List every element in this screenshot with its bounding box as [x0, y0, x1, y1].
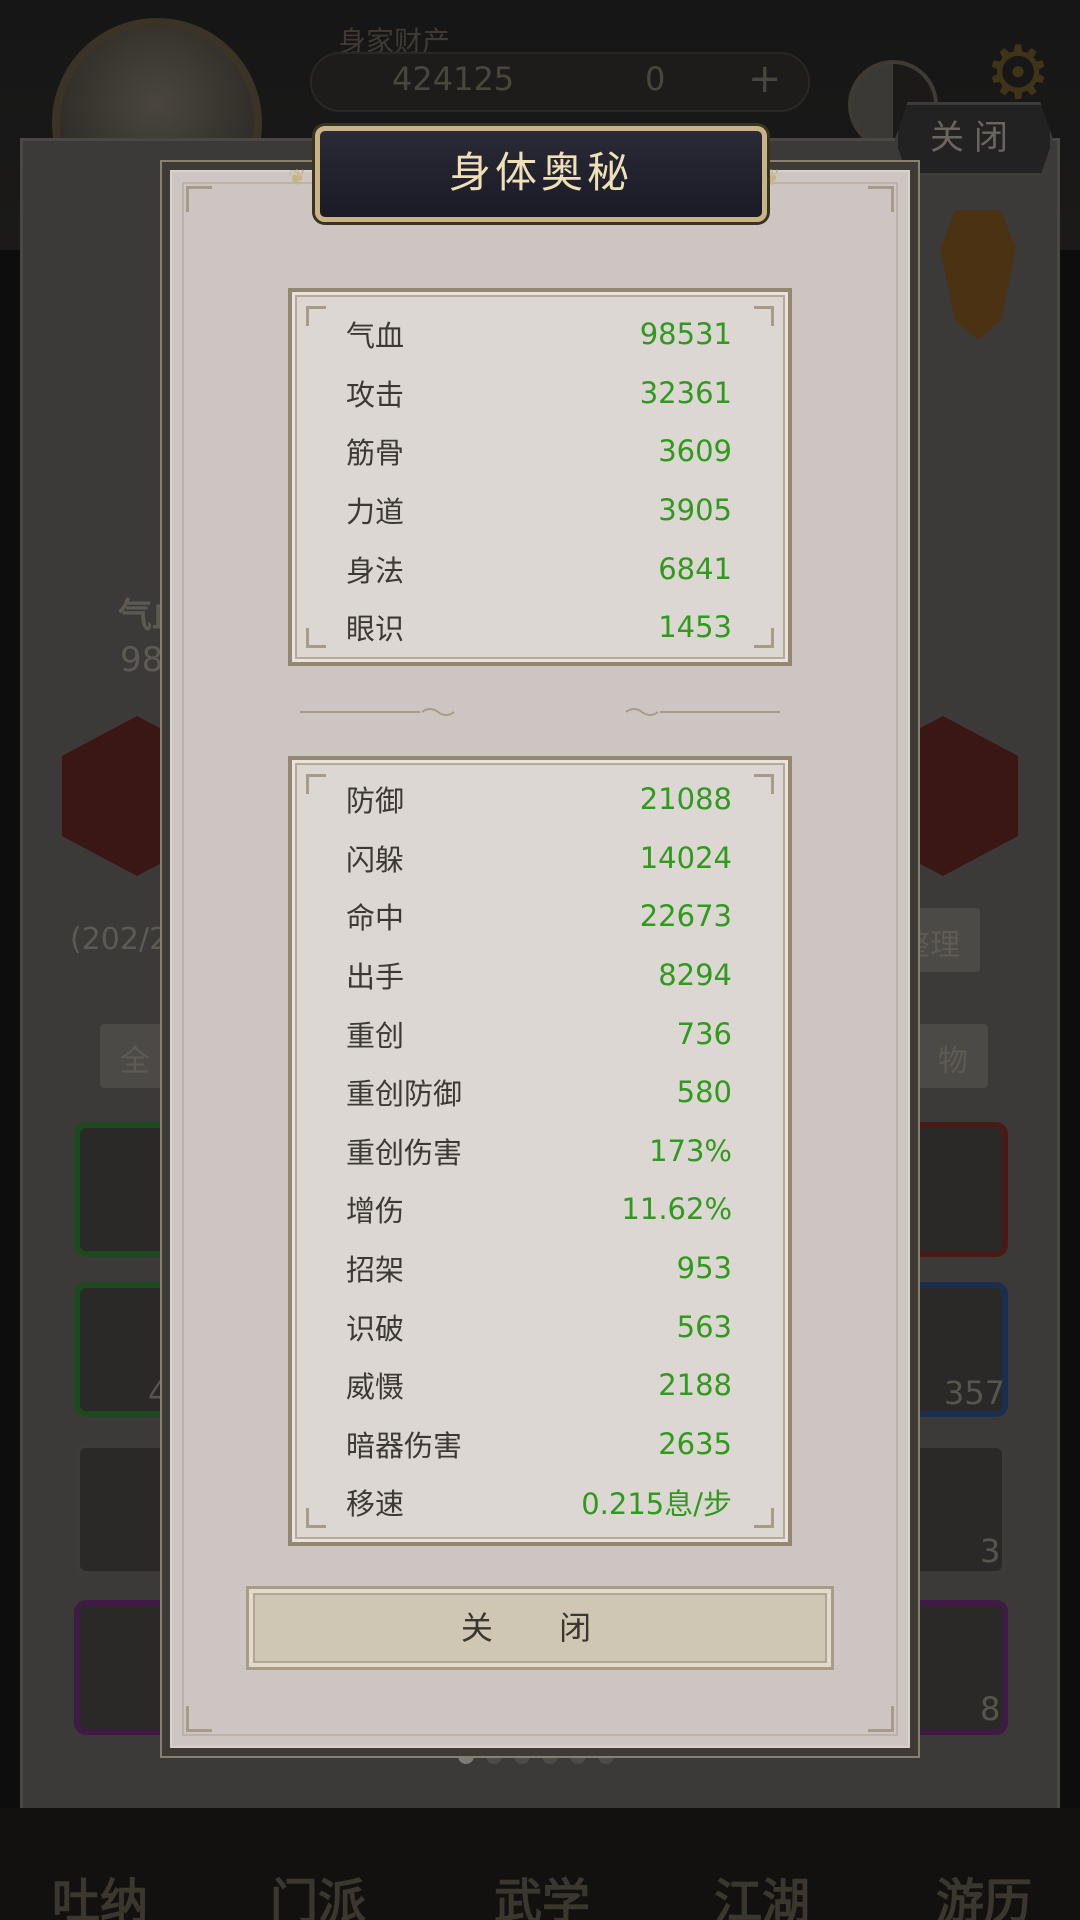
stat-row: 重创防御 580 — [292, 1063, 788, 1122]
stat-row: 攻击 32361 — [292, 364, 788, 423]
stat-row: 增伤 11.62% — [292, 1180, 788, 1239]
title-ornament-left: ❦ — [288, 166, 307, 191]
stat-value: 580 — [676, 1075, 732, 1110]
stat-row: 出手 8294 — [292, 946, 788, 1005]
stat-row: 重创 736 — [292, 1004, 788, 1063]
item-count: 8 — [980, 1690, 1001, 1728]
dialog-title: 身体奥秘 — [315, 126, 767, 222]
stat-value: 736 — [676, 1016, 732, 1051]
stat-label: 力道 — [346, 495, 405, 530]
stat-value: 563 — [676, 1309, 732, 1344]
stat-label: 身法 — [346, 553, 405, 588]
stat-row: 移速 0.215息/步 — [292, 1473, 788, 1532]
corner-ornament — [868, 1706, 894, 1732]
stat-row: 招架 953 — [292, 1239, 788, 1298]
stat-value: 14024 — [639, 840, 732, 875]
stat-label: 识破 — [346, 1311, 405, 1346]
stat-row: 闪躲 14024 — [292, 829, 788, 888]
stat-label: 闪躲 — [346, 842, 405, 877]
currency-bar — [310, 52, 810, 112]
item-count: 357 — [944, 1374, 1006, 1412]
stat-row: 威慑 2188 — [292, 1356, 788, 1415]
stat-value: 2188 — [658, 1368, 732, 1403]
stat-label: 移速 — [346, 1487, 405, 1522]
stat-value: 22673 — [639, 899, 732, 934]
stat-value: 11.62% — [621, 1192, 732, 1227]
close-button[interactable]: 关 闭 — [246, 1586, 834, 1670]
stat-label: 命中 — [346, 901, 405, 936]
stat-label: 出手 — [346, 960, 405, 995]
stat-value: 953 — [676, 1251, 732, 1286]
coin-count: 424125 — [392, 60, 515, 98]
item-count: 3 — [980, 1532, 1001, 1570]
section-divider — [300, 708, 780, 716]
filter-all-tab[interactable]: 全 — [100, 1024, 170, 1088]
stat-value: 0.215息/步 — [581, 1487, 732, 1522]
stat-row: 气血 98531 — [292, 305, 788, 364]
inventory-capacity: (202/2 — [70, 922, 169, 957]
nav-tuna[interactable]: 吐纳 — [52, 1862, 148, 1920]
nav-sect[interactable]: 门派 — [270, 1862, 366, 1920]
stat-label: 暗器伤害 — [346, 1428, 463, 1463]
stat-value: 3905 — [658, 493, 732, 528]
stat-label: 威慑 — [346, 1370, 405, 1405]
primary-stats-box: 气血 98531 攻击 32361 筋骨 3609 力道 3905 身法 6841 眼识 1453 — [288, 288, 792, 666]
nav-travel[interactable]: 游历 — [936, 1862, 1032, 1920]
stat-value: 3609 — [658, 434, 732, 469]
stat-label: 眼识 — [346, 612, 405, 647]
stat-value: 1453 — [658, 610, 732, 645]
stat-value: 32361 — [639, 375, 732, 410]
stat-row: 暗器伤害 2635 — [292, 1415, 788, 1474]
stat-value: 21088 — [639, 782, 732, 817]
stat-row: 防御 21088 — [292, 770, 788, 829]
stat-label: 筋骨 — [346, 436, 405, 471]
corner-ornament — [186, 1706, 212, 1732]
secondary-stats-box: 防御 21088 闪躲 14024 命中 22673 出手 8294 重创 736 重创防御 580 重… — [288, 756, 792, 1546]
stat-label: 招架 — [346, 1253, 405, 1288]
nav-martial-arts[interactable]: 武学 — [494, 1862, 590, 1920]
corner-ornament — [868, 186, 894, 212]
nav-jianghu[interactable]: 江湖 — [714, 1862, 810, 1920]
stat-row: 识破 563 — [292, 1297, 788, 1356]
filter-items-tab[interactable]: 物 — [918, 1024, 988, 1088]
jade-count: 0 — [645, 60, 666, 98]
stat-label: 重创防御 — [346, 1077, 463, 1112]
stat-label: 增伤 — [346, 1194, 405, 1229]
stat-row: 命中 22673 — [292, 887, 788, 946]
stat-value: 8294 — [658, 958, 732, 993]
stat-value: 6841 — [658, 551, 732, 586]
add-currency-button[interactable]: + — [748, 56, 782, 102]
stat-label: 重创伤害 — [346, 1135, 463, 1170]
stat-label: 重创 — [346, 1018, 405, 1053]
corner-ornament — [186, 186, 212, 212]
stat-label: 防御 — [346, 784, 405, 819]
page-indicator — [458, 1748, 626, 1768]
stat-row: 力道 3905 — [292, 481, 788, 540]
stat-label: 攻击 — [346, 377, 405, 412]
stat-label: 气血 — [346, 319, 405, 354]
stat-row: 重创伤害 173% — [292, 1122, 788, 1181]
stat-value: 173% — [649, 1133, 732, 1168]
stat-row: 眼识 1453 — [292, 598, 788, 657]
close-panel-button[interactable]: 关闭 — [895, 102, 1053, 176]
stat-row: 身法 6841 — [292, 539, 788, 598]
stat-value: 2635 — [658, 1426, 732, 1461]
stat-value: 98531 — [639, 317, 732, 352]
stat-row: 筋骨 3609 — [292, 422, 788, 481]
